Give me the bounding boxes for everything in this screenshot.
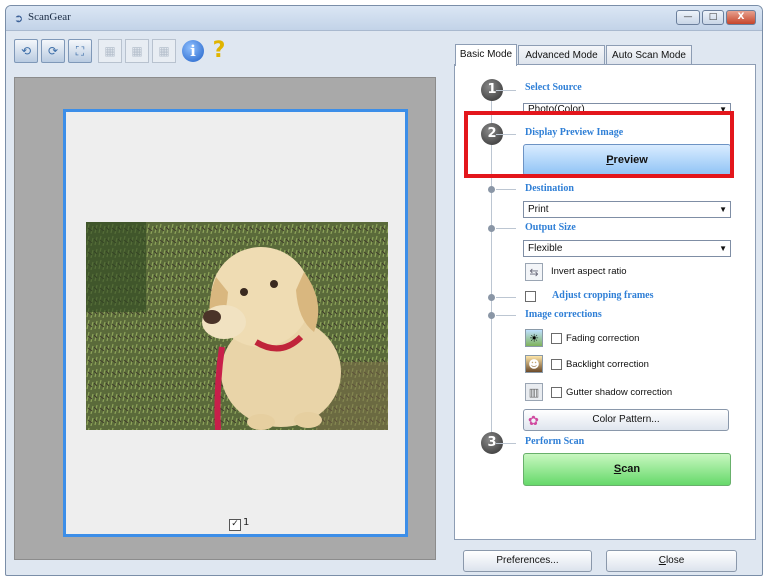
output-size-title: Output Size [525, 222, 576, 233]
maximize-button[interactable]: □ [702, 10, 724, 25]
adjust-cropping-label[interactable]: Adjust cropping frames [552, 290, 653, 301]
preferences-button[interactable]: Preferences... [463, 550, 592, 572]
whole-image-view-icon[interactable]: ▦ [125, 39, 149, 63]
close-mnemonic: C [658, 555, 666, 566]
timeline-dot [488, 312, 495, 319]
window-title: ScanGear [28, 11, 71, 23]
preview-area[interactable]: ✓ 1 [14, 77, 436, 560]
chevron-down-icon: ▼ [719, 205, 727, 214]
step-connector [496, 189, 516, 190]
perform-scan-title: Perform Scan [525, 436, 585, 447]
tab-basic-mode[interactable]: Basic Mode [455, 44, 517, 66]
destination-select[interactable]: Print ▼ [523, 201, 731, 218]
invert-aspect-ratio-label: Invert aspect ratio [551, 266, 627, 277]
scanner-icon: ➲ [14, 12, 24, 25]
step-connector [496, 297, 516, 298]
step-connector [496, 228, 516, 229]
highlight-frame [464, 111, 734, 178]
close-window-button[interactable]: X [726, 10, 756, 25]
clear-cropping-icon[interactable]: ▦ [152, 39, 176, 63]
fading-correction-label: Fading correction [566, 333, 640, 344]
color-pattern-button[interactable]: ✿ Color Pattern... [523, 409, 729, 431]
scan-button-label: can [621, 463, 641, 475]
tab-advanced-mode[interactable]: Advanced Mode [518, 45, 605, 65]
chevron-down-icon: ▼ [719, 244, 727, 253]
adjust-cropping-checkbox[interactable] [525, 291, 536, 302]
timeline-dot [488, 186, 495, 193]
color-palette-icon: ✿ [528, 413, 539, 428]
title-bar: ➲ ScanGear — □ X [6, 6, 762, 31]
close-button[interactable]: Close [606, 550, 737, 572]
gutter-shadow-checkbox[interactable] [551, 387, 562, 398]
step-connector [496, 443, 516, 444]
timeline-dot [488, 294, 495, 301]
output-size-select-value: Flexible [528, 243, 563, 254]
minimize-button[interactable]: — [676, 10, 700, 25]
scangear-window: ➲ ScanGear — □ X ⟲ ⟳ ⛶ ▦ ▦ ▦ i ? ✓ 1 Bas… [5, 5, 763, 576]
page-number-label: 1 [243, 517, 250, 528]
backlight-correction-icon: ☻ [525, 355, 543, 373]
gutter-shadow-label: Gutter shadow correction [566, 387, 673, 398]
step-connector [496, 90, 516, 91]
destination-select-value: Print [528, 204, 549, 215]
backlight-correction-label: Backlight correction [566, 359, 649, 370]
info-icon[interactable]: i [182, 40, 204, 62]
select-source-title: Select Source [525, 82, 582, 93]
page-select-checkbox[interactable]: ✓ [229, 519, 241, 531]
backlight-correction-checkbox[interactable] [551, 359, 562, 370]
help-icon[interactable]: ? [207, 39, 231, 63]
color-pattern-label: Color Pattern... [592, 414, 660, 425]
fading-correction-checkbox[interactable] [551, 333, 562, 344]
invert-aspect-ratio-icon[interactable]: ⇆ [525, 263, 543, 281]
preview-page[interactable]: ✓ 1 [63, 109, 408, 537]
rotate-left-icon[interactable]: ⟲ [14, 39, 38, 63]
close-button-label: lose [665, 555, 685, 566]
fading-correction-icon: ☀ [525, 329, 543, 347]
timeline-dot [488, 225, 495, 232]
step-connector [496, 315, 516, 316]
output-size-select[interactable]: Flexible ▼ [523, 240, 731, 257]
auto-crop-icon[interactable]: ⛶ [68, 39, 92, 63]
dog-photo [86, 222, 388, 430]
gutter-shadow-icon: ▥ [525, 383, 543, 401]
tab-auto-scan-mode[interactable]: Auto Scan Mode [606, 45, 692, 65]
scan-button[interactable]: Scan [523, 453, 731, 486]
rotate-right-icon[interactable]: ⟳ [41, 39, 65, 63]
destination-title: Destination [525, 183, 574, 194]
thumbnail-view-icon[interactable]: ▦ [98, 39, 122, 63]
image-corrections-title: Image corrections [525, 309, 602, 320]
toolbar: ⟲ ⟳ ⛶ ▦ ▦ ▦ i ? [14, 37, 444, 67]
